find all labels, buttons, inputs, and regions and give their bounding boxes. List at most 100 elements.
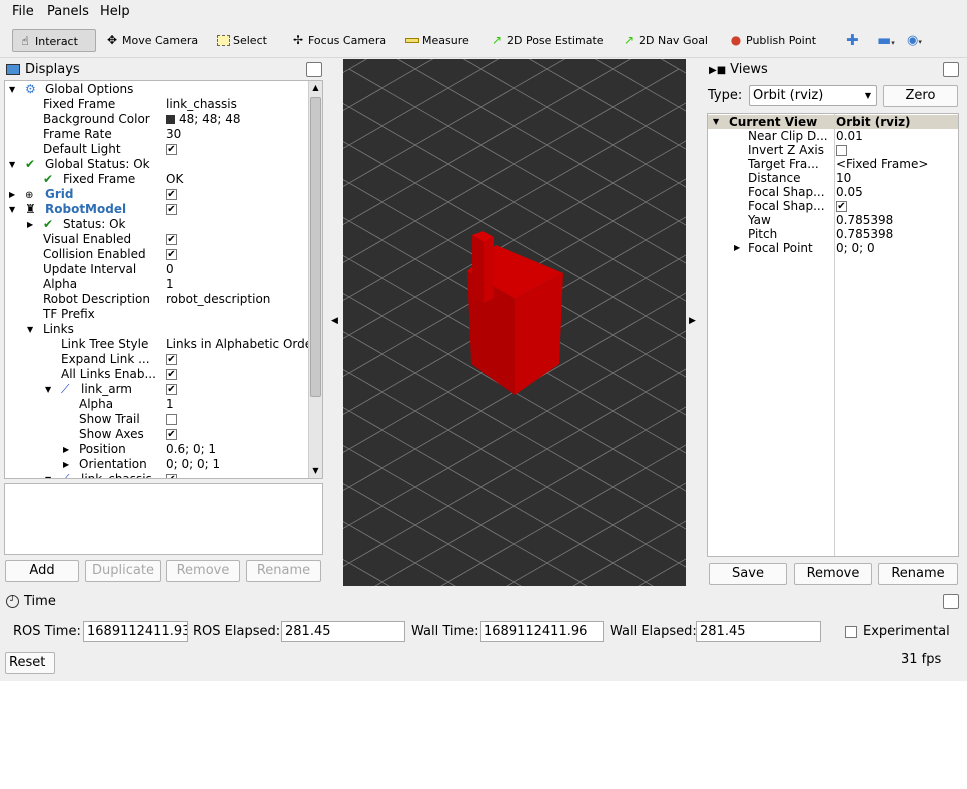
- checkbox[interactable]: ✔: [166, 144, 177, 155]
- move-camera-tool-button[interactable]: ✥ Move Camera: [100, 29, 198, 52]
- display-row-value[interactable]: ✔: [166, 367, 311, 382]
- display-row-value[interactable]: 48; 48; 48: [166, 112, 311, 127]
- display-row[interactable]: ▼ Links: [5, 322, 322, 337]
- rename-display-button[interactable]: Rename: [246, 560, 321, 582]
- expand-right-icon[interactable]: ▶: [27, 217, 33, 232]
- scroll-up-icon[interactable]: ▲: [309, 81, 322, 95]
- expand-down-icon[interactable]: ▼: [45, 382, 51, 397]
- expand-down-icon[interactable]: ▼: [45, 472, 51, 478]
- display-row[interactable]: Expand Link ... ✔: [5, 352, 322, 367]
- menu-file[interactable]: File: [12, 4, 34, 19]
- current-view-row[interactable]: ▼ Current View Orbit (rviz): [708, 115, 958, 129]
- display-row-value[interactable]: ✔: [166, 187, 311, 202]
- expand-right-icon[interactable]: ▶: [734, 241, 740, 255]
- display-row-value[interactable]: 30: [166, 127, 311, 142]
- collapse-left-icon[interactable]: ◀: [331, 316, 338, 326]
- reset-button[interactable]: Reset: [5, 652, 55, 674]
- wall-elapsed-field[interactable]: 281.45: [696, 621, 821, 642]
- display-row[interactable]: ▼ ✔ Global Status: Ok: [5, 157, 322, 172]
- eye-icon[interactable]: ◉▾: [903, 29, 922, 52]
- checkbox[interactable]: ✔: [166, 354, 177, 365]
- display-row-value[interactable]: robot_description: [166, 292, 311, 307]
- expand-down-icon[interactable]: ▼: [9, 82, 15, 97]
- display-row[interactable]: Show Trail: [5, 412, 322, 427]
- view-property-row[interactable]: Near Clip D... 0.01: [708, 129, 958, 143]
- display-row[interactable]: Robot Description robot_description: [5, 292, 322, 307]
- display-row-value[interactable]: ✔: [166, 142, 311, 157]
- checkbox[interactable]: ✔: [166, 474, 177, 478]
- render-viewport[interactable]: [343, 59, 686, 586]
- view-property-row[interactable]: ▶ Focal Point 0; 0; 0: [708, 241, 958, 255]
- checkbox[interactable]: ✔: [166, 204, 177, 215]
- view-property-value[interactable]: <Fixed Frame>: [836, 157, 928, 171]
- display-row-value[interactable]: 1: [166, 277, 311, 292]
- time-float-button[interactable]: [943, 594, 959, 609]
- expand-down-icon[interactable]: ▼: [9, 202, 15, 217]
- color-swatch[interactable]: [166, 115, 175, 124]
- display-row-value[interactable]: 0.6; 0; 1: [166, 442, 311, 457]
- view-property-row[interactable]: Distance 10: [708, 171, 958, 185]
- display-row-value[interactable]: ✔: [166, 382, 311, 397]
- view-property-value[interactable]: 0; 0; 0: [836, 241, 875, 255]
- display-row-value[interactable]: 0: [166, 262, 311, 277]
- display-row[interactable]: ▼ ♜ RobotModel ✔: [5, 202, 322, 217]
- menu-help[interactable]: Help: [100, 4, 130, 19]
- save-view-button[interactable]: Save: [709, 563, 787, 585]
- checkbox[interactable]: ✔: [166, 369, 177, 380]
- display-row[interactable]: ▶ Position 0.6; 0; 1: [5, 442, 322, 457]
- display-row[interactable]: ▼ ⟋ link_arm ✔: [5, 382, 322, 397]
- display-row[interactable]: Update Interval 0: [5, 262, 322, 277]
- display-row-value[interactable]: ✔: [166, 232, 311, 247]
- add-display-button[interactable]: Add: [5, 560, 79, 582]
- menu-panels[interactable]: Panels: [47, 4, 89, 19]
- display-row[interactable]: Default Light ✔: [5, 142, 322, 157]
- display-row-value[interactable]: ✔: [166, 202, 311, 217]
- zero-button[interactable]: Zero: [883, 85, 958, 107]
- experimental-checkbox[interactable]: [845, 626, 857, 638]
- display-row[interactable]: TF Prefix: [5, 307, 322, 322]
- view-property-value[interactable]: 0.05: [836, 185, 863, 199]
- duplicate-display-button[interactable]: Duplicate: [85, 560, 161, 582]
- display-row[interactable]: Show Axes ✔: [5, 427, 322, 442]
- expand-down-icon[interactable]: ▼: [713, 115, 719, 129]
- view-property-value[interactable]: 0.01: [836, 129, 863, 143]
- displays-scrollbar[interactable]: ▲ ▼: [308, 81, 322, 478]
- views-float-button[interactable]: [943, 62, 959, 77]
- ros-elapsed-field[interactable]: 281.45: [281, 621, 405, 642]
- display-row[interactable]: Visual Enabled ✔: [5, 232, 322, 247]
- expand-down-icon[interactable]: ▼: [9, 157, 15, 172]
- view-property-row[interactable]: Yaw 0.785398: [708, 213, 958, 227]
- display-row-value[interactable]: Links in Alphabetic Orde: [166, 337, 311, 352]
- view-property-row[interactable]: Invert Z Axis: [708, 143, 958, 157]
- display-row-value[interactable]: [166, 412, 311, 427]
- publish-point-tool-button[interactable]: ● Publish Point: [724, 29, 816, 52]
- display-row-value[interactable]: 0; 0; 0; 1: [166, 457, 311, 472]
- checkbox[interactable]: ✔: [166, 249, 177, 260]
- expand-right-icon[interactable]: ▶: [9, 187, 15, 202]
- view-property-row[interactable]: Focal Shap... 0.05: [708, 185, 958, 199]
- measure-tool-button[interactable]: Measure: [400, 29, 469, 52]
- checkbox[interactable]: ✔: [836, 201, 847, 212]
- checkbox[interactable]: [166, 414, 177, 425]
- display-row[interactable]: ▶ ✔ Status: Ok: [5, 217, 322, 232]
- display-row[interactable]: ▶ Orientation 0; 0; 0; 1: [5, 457, 322, 472]
- nav-goal-tool-button[interactable]: ↗ 2D Nav Goal: [617, 29, 708, 52]
- checkbox[interactable]: [836, 145, 847, 156]
- select-tool-button[interactable]: Select: [211, 29, 267, 52]
- checkbox[interactable]: ✔: [166, 384, 177, 395]
- display-row-value[interactable]: OK: [166, 172, 311, 187]
- display-row[interactable]: ▼ ⟋ link_chassis ✔: [5, 472, 322, 478]
- display-row-value[interactable]: ✔: [166, 247, 311, 262]
- ros-time-field[interactable]: 1689112411.93: [83, 621, 188, 642]
- display-row-value[interactable]: link_chassis: [166, 97, 311, 112]
- expand-right-icon[interactable]: ▶: [63, 442, 69, 457]
- view-property-value[interactable]: 0.785398: [836, 213, 893, 227]
- display-row[interactable]: Alpha 1: [5, 397, 322, 412]
- checkbox[interactable]: ✔: [166, 429, 177, 440]
- view-property-value[interactable]: 10: [836, 171, 851, 185]
- interact-tool-button[interactable]: ☝ Interact: [12, 29, 96, 52]
- display-row[interactable]: Alpha 1: [5, 277, 322, 292]
- display-row-value[interactable]: 1: [166, 397, 311, 412]
- display-row[interactable]: ▶ ⊕ Grid ✔: [5, 187, 322, 202]
- remove-view-button[interactable]: Remove: [794, 563, 872, 585]
